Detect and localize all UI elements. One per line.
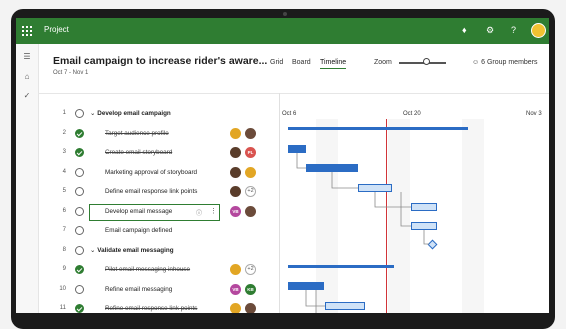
app-window: Project ♦ ⚙ ? ☰ ⌂ ✓ Email campaign to in… [16,18,549,313]
dependency-links [296,153,429,313]
camera [283,12,287,16]
